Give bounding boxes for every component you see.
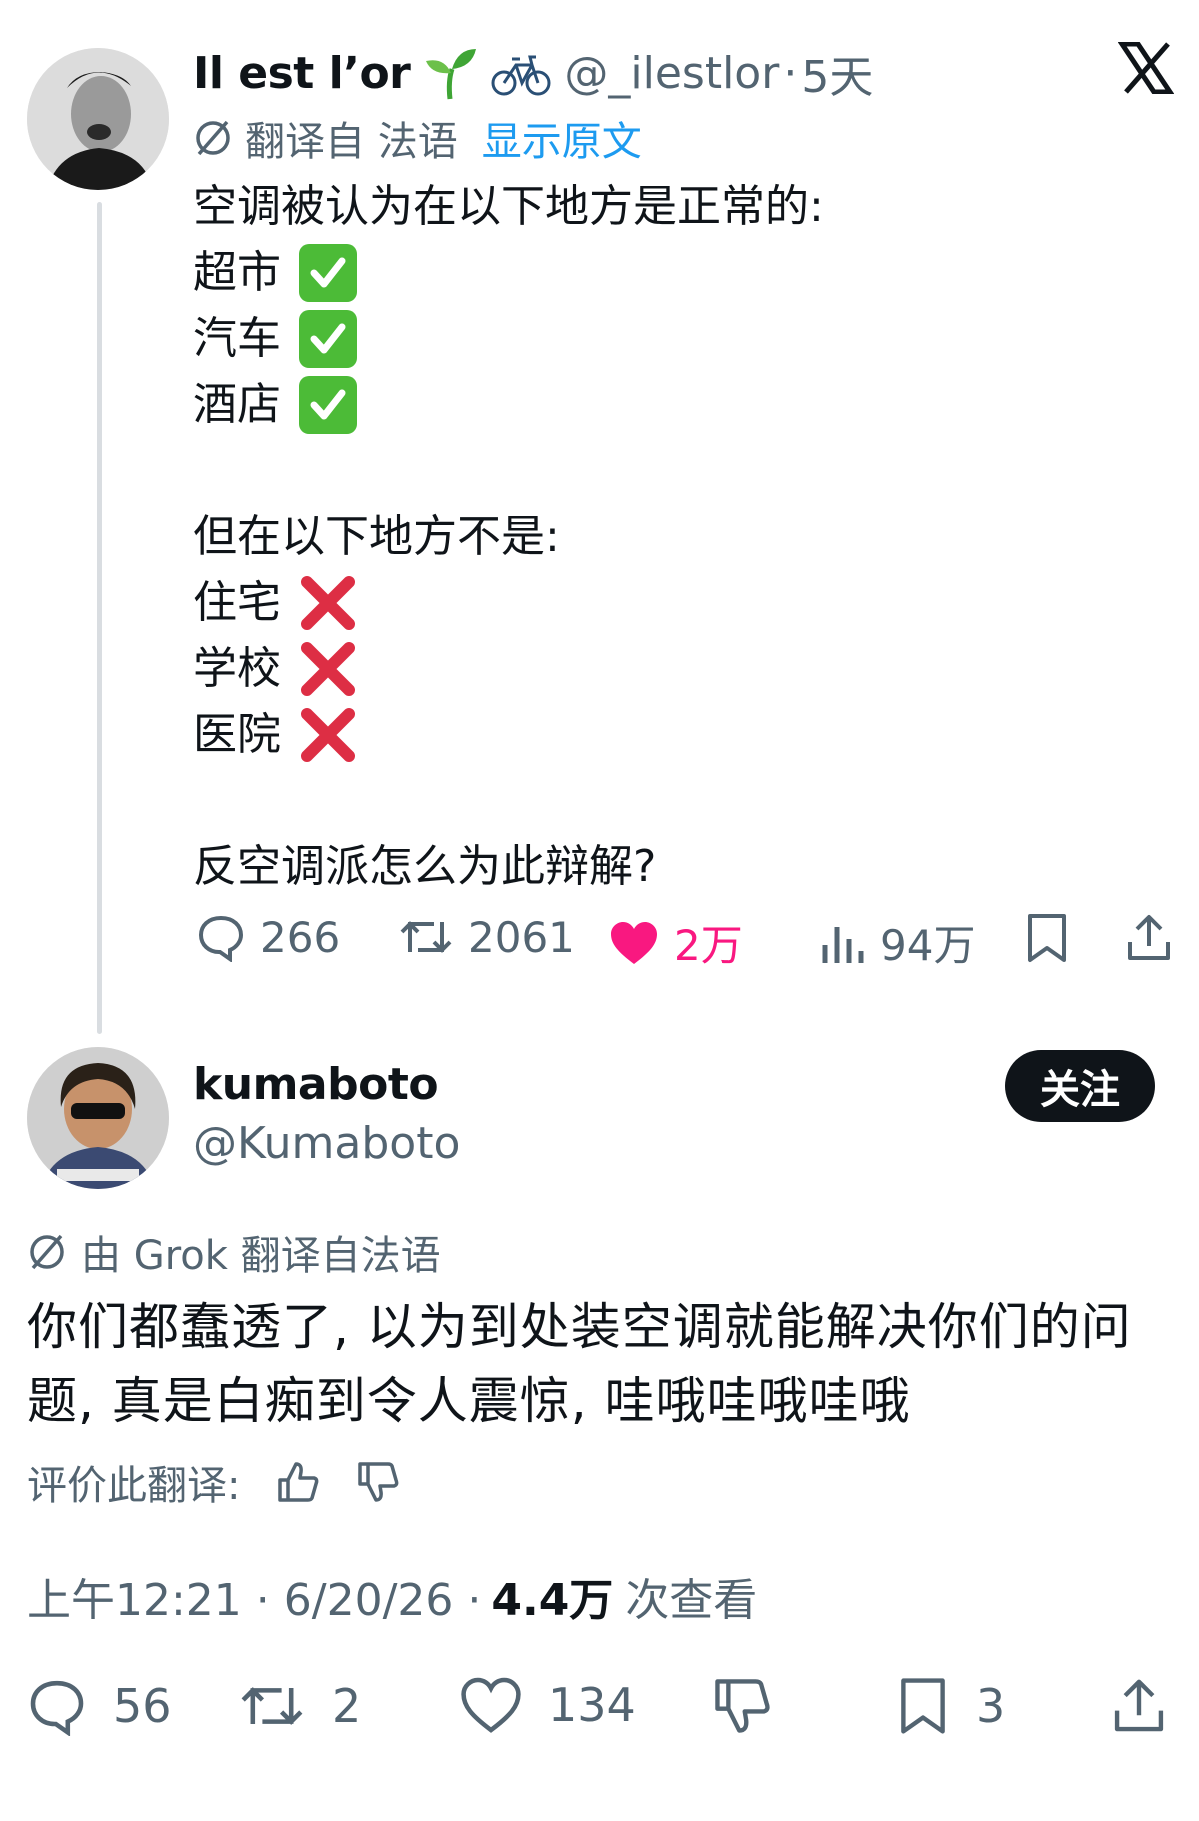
cross-mark-icon: [299, 706, 357, 764]
thumbs-down-icon: [715, 1679, 770, 1733]
tweet-header: Il est l’or @_ilestlor · 5天: [193, 40, 873, 106]
reply-like-count: 134: [548, 1678, 636, 1732]
header-separator: ·: [783, 47, 798, 99]
share-icon: [1114, 1679, 1164, 1732]
grok-translation-bar: 由 Grok 翻译自法语: [27, 1222, 441, 1282]
retweet-count: 2061: [468, 912, 575, 962]
reply-reply-count: 56: [113, 1679, 172, 1733]
grok-translated-label: 由 Grok 翻译自法语: [81, 1233, 441, 1279]
comment-icon: [30, 1680, 84, 1736]
cross-mark-icon: [299, 574, 357, 632]
reply-author-handle[interactable]: @Kumaboto: [193, 1114, 460, 1174]
comment-icon: [198, 915, 244, 962]
views-button[interactable]: 94万: [820, 912, 975, 973]
reply-count: 266: [260, 912, 341, 962]
reply-downvote-button[interactable]: [712, 1676, 772, 1740]
retweet-icon: [241, 1687, 303, 1725]
check-mark-icon: [299, 310, 357, 368]
follow-button[interactable]: 关注: [1005, 1050, 1155, 1122]
tweet-time[interactable]: 5天: [801, 41, 873, 105]
show-original-link[interactable]: 显示原文: [482, 109, 642, 167]
tweet-no-intro: 但在以下地方不是:: [193, 511, 560, 562]
no-item: 学校: [193, 636, 1093, 702]
check-mark-icon: [299, 376, 357, 434]
thumbs-up-icon[interactable]: [276, 1460, 320, 1504]
bookmark-icon: [1028, 914, 1066, 962]
reply-reply-button[interactable]: 56: [27, 1676, 172, 1736]
cross-mark-icon: [299, 640, 357, 698]
seedling-emoji-icon: [422, 45, 478, 101]
x-logo-icon: [1117, 41, 1175, 95]
reply-body: 你们都蠢透了, 以为到处装空调就能解决你们的问题, 真是白痴到令人震惊, 哇哦哇…: [27, 1298, 1132, 1430]
translated-from-label: 翻译自 法语: [245, 119, 458, 165]
reply-view-suffix: 次查看: [625, 1575, 758, 1626]
views-count: 94万: [880, 921, 976, 970]
reply-author-name[interactable]: kumaboto: [193, 1056, 460, 1114]
thread-line: [97, 202, 102, 1034]
no-item: 医院: [193, 702, 1093, 768]
yes-item: 超市: [193, 240, 1093, 306]
views-icon: [822, 926, 864, 963]
yes-item: 汽车: [193, 306, 1093, 372]
share-icon: [1128, 915, 1170, 960]
retweet-icon: [400, 921, 452, 953]
reply-share-button[interactable]: [1110, 1676, 1168, 1740]
retweet-button[interactable]: 2061: [398, 912, 575, 962]
translation-bar: 翻译自 法语 显示原文: [193, 108, 642, 168]
rate-translation: 评价此翻译:: [27, 1452, 400, 1512]
reply-bookmark-count: 3: [976, 1679, 1006, 1733]
heart-filled-icon: [611, 921, 657, 964]
heart-outline-icon: [461, 1677, 521, 1733]
bookmark-icon: [901, 1678, 945, 1734]
translate-icon: [193, 118, 233, 158]
like-button[interactable]: 2万: [608, 912, 743, 973]
reply-retweet-button[interactable]: 2: [238, 1676, 361, 1736]
reply-view-count: 4.4万: [491, 1575, 614, 1626]
author-handle[interactable]: @_ilestlor: [564, 48, 779, 99]
rate-translation-label: 评价此翻译:: [27, 1463, 241, 1509]
reply-timestamp[interactable]: 上午12:21 · 6/20/26 ·: [27, 1564, 481, 1628]
reply-retweet-count: 2: [332, 1679, 362, 1733]
tweet-body: 空调被认为在以下地方是正常的: 超市 汽车 酒店 但在以下地方不是: 住宅 学校…: [193, 174, 1093, 900]
tweet-question: 反空调派怎么为此辩解?: [193, 841, 657, 892]
reply-header: kumaboto @Kumaboto: [193, 1056, 460, 1174]
tweet-intro: 空调被认为在以下地方是正常的:: [193, 181, 824, 232]
thumbs-down-icon[interactable]: [356, 1460, 400, 1504]
bookmark-button[interactable]: [1024, 912, 1070, 968]
no-item: 住宅: [193, 570, 1093, 636]
reply-button[interactable]: 266: [196, 912, 340, 962]
bicycle-emoji-icon: [490, 45, 552, 101]
reply-like-button[interactable]: 134: [460, 1676, 636, 1734]
reply-author-avatar[interactable]: [27, 1047, 169, 1189]
author-name[interactable]: Il est l’or: [193, 48, 411, 99]
like-count: 2万: [674, 921, 743, 970]
share-button[interactable]: [1124, 912, 1174, 968]
translate-icon: [27, 1232, 67, 1272]
yes-item: 酒店: [193, 372, 1093, 438]
author-avatar[interactable]: [27, 48, 169, 190]
check-mark-icon: [299, 244, 357, 302]
reply-bookmark-button[interactable]: 3: [896, 1676, 1005, 1736]
reply-timestamp-row: 上午12:21 · 6/20/26 · 4.4万 次查看: [27, 1566, 757, 1626]
